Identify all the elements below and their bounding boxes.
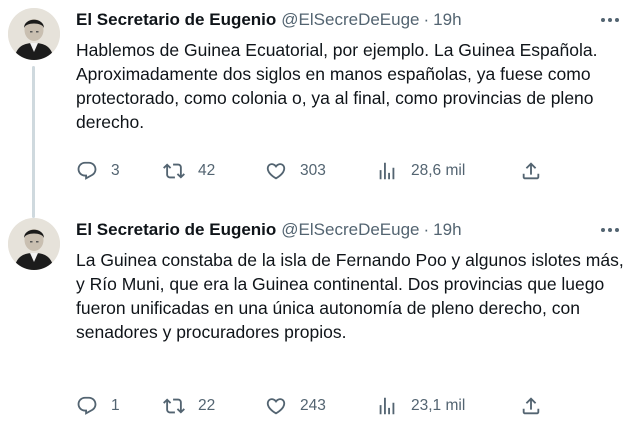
more-icon-dot xyxy=(608,228,612,232)
reply-icon xyxy=(77,161,97,180)
author-handle[interactable]: @ElSecreDeEuge xyxy=(281,10,419,30)
header-separator: · xyxy=(423,10,430,29)
tweet-text: La Guinea constaba de la isla de Fernand… xyxy=(76,250,624,342)
tweet-actions: 1 22 243 23,1 mil xyxy=(76,394,546,418)
reply-count: 1 xyxy=(111,397,120,414)
reply-button[interactable]: 1 xyxy=(76,394,120,418)
avatar[interactable] xyxy=(8,218,60,270)
like-button[interactable]: 243 xyxy=(265,394,326,418)
retweet-count: 22 xyxy=(198,397,216,414)
tweet-actions: 3 42 303 28,6 mil xyxy=(76,159,546,183)
tweet-timestamp[interactable]: 19h xyxy=(433,10,461,30)
views-button[interactable]: 28,6 mil xyxy=(376,159,465,183)
reply-icon xyxy=(77,396,97,415)
more-options-button[interactable] xyxy=(596,8,624,32)
reply-count: 3 xyxy=(111,162,120,179)
tweet[interactable]: El Secretario de Eugenio @ElSecreDeEuge … xyxy=(0,0,627,218)
views-count: 28,6 mil xyxy=(411,162,466,179)
tweet-content: El Secretario de Eugenio @ElSecreDeEuge … xyxy=(76,8,626,134)
retweet-button[interactable]: 42 xyxy=(163,159,215,183)
share-button[interactable] xyxy=(520,394,542,418)
views-icon xyxy=(379,162,395,180)
retweet-icon xyxy=(163,398,185,414)
heart-icon xyxy=(266,398,286,415)
retweet-button[interactable]: 22 xyxy=(163,394,215,418)
retweet-count: 42 xyxy=(198,162,216,179)
tweet-text: Hablemos de Guinea Ecuatorial, por ejemp… xyxy=(76,40,598,132)
avatar-column xyxy=(8,218,60,270)
like-button[interactable]: 303 xyxy=(265,159,326,183)
tweet-thread: El Secretario de Eugenio @ElSecreDeEuge … xyxy=(0,0,627,429)
tweet-header: El Secretario de Eugenio @ElSecreDeEuge … xyxy=(76,218,626,242)
heart-icon xyxy=(266,163,286,180)
like-count: 303 xyxy=(300,162,326,179)
tweet-header: El Secretario de Eugenio @ElSecreDeEuge … xyxy=(76,8,626,32)
avatar-portrait-image xyxy=(8,8,60,60)
more-icon-dot xyxy=(615,228,619,232)
tweet[interactable]: El Secretario de Eugenio @ElSecreDeEuge … xyxy=(0,210,627,429)
author-name[interactable]: El Secretario de Eugenio xyxy=(76,10,276,30)
more-icon xyxy=(601,228,605,232)
author-name[interactable]: El Secretario de Eugenio xyxy=(76,220,276,240)
more-icon-dot xyxy=(615,18,619,22)
tweet-timestamp[interactable]: 19h xyxy=(433,220,461,240)
avatar-column xyxy=(8,8,60,60)
views-count: 23,1 mil xyxy=(411,397,466,414)
like-count: 243 xyxy=(300,397,326,414)
avatar[interactable] xyxy=(8,8,60,60)
author-handle[interactable]: @ElSecreDeEuge xyxy=(281,220,419,240)
reply-button[interactable]: 3 xyxy=(76,159,120,183)
more-icon xyxy=(601,18,605,22)
retweet-icon xyxy=(163,163,185,179)
more-icon-dot xyxy=(608,18,612,22)
views-icon xyxy=(379,397,395,415)
header-separator: · xyxy=(423,220,430,239)
more-options-button[interactable] xyxy=(596,218,624,242)
share-icon xyxy=(522,397,540,415)
share-button[interactable] xyxy=(520,159,542,183)
views-button[interactable]: 23,1 mil xyxy=(376,394,465,418)
tweet-content: El Secretario de Eugenio @ElSecreDeEuge … xyxy=(76,218,626,344)
avatar-portrait-image xyxy=(8,218,60,270)
thread-connector-line xyxy=(32,66,35,218)
share-icon xyxy=(522,162,540,180)
